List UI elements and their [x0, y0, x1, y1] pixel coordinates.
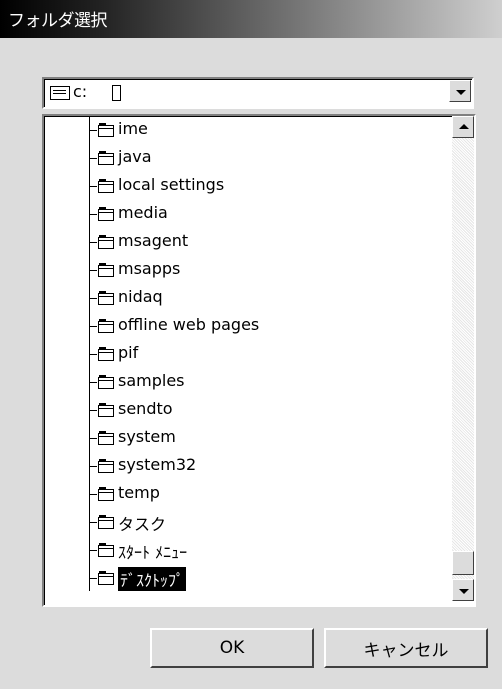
chevron-up-icon [459, 124, 469, 129]
tree-item-label: msagent [118, 231, 189, 250]
drive-combo-box[interactable]: c: [42, 77, 474, 109]
scroll-up-button[interactable] [452, 116, 474, 138]
tree-item-label: java [118, 147, 152, 166]
folder-tree[interactable]: ime java local settings media msagent ms… [42, 114, 476, 607]
tree-item-label: samples [118, 371, 185, 390]
folder-icon [98, 515, 114, 529]
folder-icon [98, 375, 114, 389]
chevron-down-icon [459, 589, 469, 594]
tree-item-label: ｽﾀｰﾄ ﾒﾆｭｰ [118, 543, 188, 562]
folder-icon [98, 263, 114, 277]
tree-item-label: ime [118, 119, 148, 138]
folder-icon [98, 571, 114, 585]
folder-icon [98, 431, 114, 445]
folder-icon [98, 459, 114, 473]
tree-item-label: pif [118, 343, 139, 362]
tree-item-label: タスク [118, 515, 167, 534]
tree-item-label: system32 [118, 455, 197, 474]
chevron-down-icon [456, 90, 466, 95]
cancel-button[interactable]: キャンセル [324, 628, 488, 668]
scrollbar-thumb[interactable] [452, 551, 474, 575]
folder-icon [98, 235, 114, 249]
tree-item-label: media [118, 203, 168, 222]
ok-button[interactable]: OK [150, 628, 314, 668]
folder-icon [98, 123, 114, 137]
folder-icon [98, 347, 114, 361]
folder-icon [98, 319, 114, 333]
drive-combo-value: c: [73, 82, 88, 101]
tree-item-label: system [118, 427, 176, 446]
window-title: フォルダ選択 [8, 11, 108, 31]
vertical-scrollbar[interactable] [452, 116, 474, 601]
combo-dropdown-button[interactable] [449, 80, 471, 102]
title-bar[interactable]: フォルダ選択 [0, 0, 502, 38]
folder-icon [98, 487, 114, 501]
tree-item-label: msapps [118, 259, 181, 278]
tree-item-label: sendto [118, 399, 173, 418]
scroll-down-button[interactable] [452, 579, 474, 601]
drive-icon [50, 86, 70, 100]
folder-icon [98, 151, 114, 165]
tree-item-label: offline web pages [118, 315, 260, 334]
folder-icon [98, 291, 114, 305]
tree-item-label: nidaq [118, 287, 163, 306]
text-cursor [112, 85, 121, 101]
folder-icon [98, 207, 114, 221]
tree-item-label: temp [118, 483, 160, 502]
folder-icon [98, 543, 114, 557]
folder-icon [98, 403, 114, 417]
tree-item-label: ﾃﾞｽｸﾄｯﾌﾟ [118, 567, 187, 591]
folder-icon [98, 179, 114, 193]
folder-select-dialog: フォルダ選択 c: ime java local settings media … [0, 0, 502, 689]
tree-item-label: local settings [118, 175, 225, 194]
